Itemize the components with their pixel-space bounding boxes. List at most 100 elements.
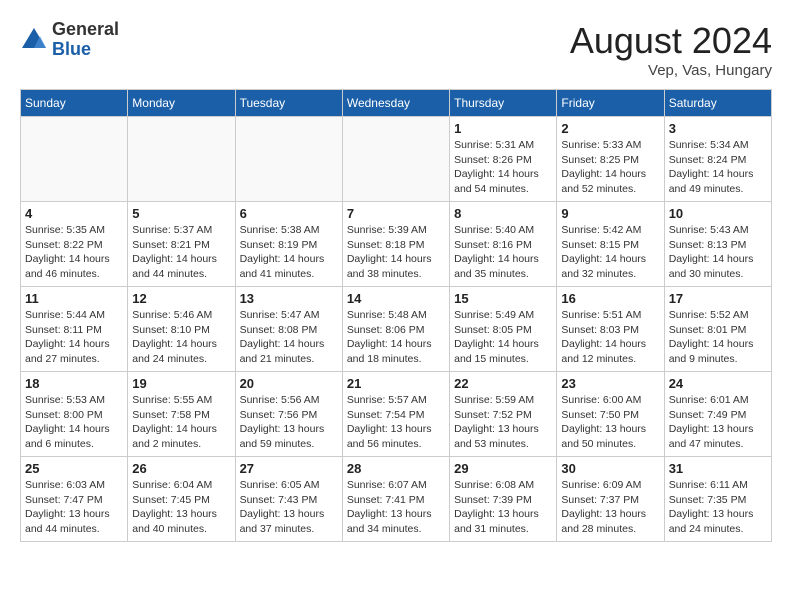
calendar-table: SundayMondayTuesdayWednesdayThursdayFrid… xyxy=(20,89,772,542)
day-cell: 9Sunrise: 5:42 AM Sunset: 8:15 PM Daylig… xyxy=(557,202,664,287)
day-cell: 26Sunrise: 6:04 AM Sunset: 7:45 PM Dayli… xyxy=(128,457,235,542)
week-row-1: 1 Sunrise: 5:31 AM Sunset: 8:26 PM Daylig… xyxy=(21,117,772,202)
day-cell: 3Sunrise: 5:34 AM Sunset: 8:24 PM Daylig… xyxy=(664,117,771,202)
logo: General Blue xyxy=(20,20,119,60)
day-cell: 22Sunrise: 5:59 AM Sunset: 7:52 PM Dayli… xyxy=(450,372,557,457)
week-row-2: 4Sunrise: 5:35 AM Sunset: 8:22 PM Daylig… xyxy=(21,202,772,287)
logo-icon xyxy=(20,26,48,54)
day-info: Sunrise: 6:03 AM Sunset: 7:47 PM Dayligh… xyxy=(25,478,123,537)
day-cell: 30 Sunrise: 6:09 AM Sunset: 7:37 PM Dayli… xyxy=(557,457,664,542)
day-cell: 5Sunrise: 5:37 AM Sunset: 8:21 PM Daylig… xyxy=(128,202,235,287)
day-number: 2 xyxy=(561,121,659,136)
day-number: 29 xyxy=(454,461,552,476)
day-info: Sunrise: 5:51 AM Sunset: 8:03 PM Dayligh… xyxy=(561,308,659,367)
logo-blue-text: Blue xyxy=(52,40,119,60)
day-cell xyxy=(342,117,449,202)
day-cell xyxy=(235,117,342,202)
day-number: 15 xyxy=(454,291,552,306)
day-number: 27 xyxy=(240,461,338,476)
day-number: 28 xyxy=(347,461,445,476)
day-number: 1 xyxy=(454,121,552,136)
day-number: 23 xyxy=(561,376,659,391)
day-number: 22 xyxy=(454,376,552,391)
day-number: 25 xyxy=(25,461,123,476)
day-cell: 4Sunrise: 5:35 AM Sunset: 8:22 PM Daylig… xyxy=(21,202,128,287)
day-cell: 12Sunrise: 5:46 AM Sunset: 8:10 PM Dayli… xyxy=(128,287,235,372)
day-info: Sunrise: 6:05 AM Sunset: 7:43 PM Dayligh… xyxy=(240,478,338,537)
day-header-wednesday: Wednesday xyxy=(342,90,449,117)
day-number: 11 xyxy=(25,291,123,306)
day-info: Sunrise: 5:48 AM Sunset: 8:06 PM Dayligh… xyxy=(347,308,445,367)
day-cell xyxy=(21,117,128,202)
day-header-sunday: Sunday xyxy=(21,90,128,117)
day-cell: 14 Sunrise: 5:48 AM Sunset: 8:06 PM Dayli… xyxy=(342,287,449,372)
week-row-4: 18Sunrise: 5:53 AM Sunset: 8:00 PM Dayli… xyxy=(21,372,772,457)
day-number: 14 xyxy=(347,291,445,306)
day-cell: 31 Sunrise: 6:11 AM Sunset: 7:35 PM Dayli… xyxy=(664,457,771,542)
day-number: 10 xyxy=(669,206,767,221)
day-header-saturday: Saturday xyxy=(664,90,771,117)
day-cell: 15 Sunrise: 5:49 AM Sunset: 8:05 PM Dayli… xyxy=(450,287,557,372)
page-header: General Blue August 2024 Vep, Vas, Hunga… xyxy=(20,20,772,79)
day-info: Sunrise: 5:56 AM Sunset: 7:56 PM Dayligh… xyxy=(240,393,338,452)
day-cell: 27 Sunrise: 6:05 AM Sunset: 7:43 PM Dayli… xyxy=(235,457,342,542)
day-info: Sunrise: 6:08 AM Sunset: 7:39 PM Dayligh… xyxy=(454,478,552,537)
day-cell: 13 Sunrise: 5:47 AM Sunset: 8:08 PM Dayli… xyxy=(235,287,342,372)
day-number: 21 xyxy=(347,376,445,391)
day-number: 8 xyxy=(454,206,552,221)
day-cell: 20Sunrise: 5:56 AM Sunset: 7:56 PM Dayli… xyxy=(235,372,342,457)
day-info: Sunrise: 6:01 AM Sunset: 7:49 PM Dayligh… xyxy=(669,393,767,452)
day-cell: 24 Sunrise: 6:01 AM Sunset: 7:49 PM Dayli… xyxy=(664,372,771,457)
day-cell: 16 Sunrise: 5:51 AM Sunset: 8:03 PM Dayli… xyxy=(557,287,664,372)
day-info: Sunrise: 5:52 AM Sunset: 8:01 PM Dayligh… xyxy=(669,308,767,367)
day-number: 24 xyxy=(669,376,767,391)
location-subtitle: Vep, Vas, Hungary xyxy=(570,62,772,79)
day-info: Sunrise: 6:11 AM Sunset: 7:35 PM Dayligh… xyxy=(669,478,767,537)
day-cell: 28 Sunrise: 6:07 AM Sunset: 7:41 PM Dayli… xyxy=(342,457,449,542)
day-number: 3 xyxy=(669,121,767,136)
day-number: 5 xyxy=(132,206,230,221)
day-info: Sunrise: 5:46 AM Sunset: 8:10 PM Dayligh… xyxy=(132,308,230,367)
day-info: Sunrise: 5:33 AM Sunset: 8:25 PM Dayligh… xyxy=(561,138,659,197)
day-info: Sunrise: 5:38 AM Sunset: 8:19 PM Dayligh… xyxy=(240,223,338,282)
day-info: Sunrise: 5:42 AM Sunset: 8:15 PM Dayligh… xyxy=(561,223,659,282)
day-cell: 21 Sunrise: 5:57 AM Sunset: 7:54 PM Dayli… xyxy=(342,372,449,457)
day-info: Sunrise: 5:55 AM Sunset: 7:58 PM Dayligh… xyxy=(132,393,230,452)
week-row-5: 25 Sunrise: 6:03 AM Sunset: 7:47 PM Dayli… xyxy=(21,457,772,542)
day-cell: 6 Sunrise: 5:38 AM Sunset: 8:19 PM Daylig… xyxy=(235,202,342,287)
day-cell: 11Sunrise: 5:44 AM Sunset: 8:11 PM Dayli… xyxy=(21,287,128,372)
title-block: August 2024 Vep, Vas, Hungary xyxy=(570,20,772,79)
day-cell: 7Sunrise: 5:39 AM Sunset: 8:18 PM Daylig… xyxy=(342,202,449,287)
day-header-friday: Friday xyxy=(557,90,664,117)
day-cell: 10Sunrise: 5:43 AM Sunset: 8:13 PM Dayli… xyxy=(664,202,771,287)
day-header-tuesday: Tuesday xyxy=(235,90,342,117)
week-row-3: 11Sunrise: 5:44 AM Sunset: 8:11 PM Dayli… xyxy=(21,287,772,372)
day-number: 19 xyxy=(132,376,230,391)
day-number: 6 xyxy=(240,206,338,221)
day-info: Sunrise: 6:00 AM Sunset: 7:50 PM Dayligh… xyxy=(561,393,659,452)
logo-general-text: General xyxy=(52,20,119,40)
day-number: 16 xyxy=(561,291,659,306)
day-cell: 25 Sunrise: 6:03 AM Sunset: 7:47 PM Dayli… xyxy=(21,457,128,542)
day-info: Sunrise: 5:49 AM Sunset: 8:05 PM Dayligh… xyxy=(454,308,552,367)
day-number: 31 xyxy=(669,461,767,476)
day-number: 4 xyxy=(25,206,123,221)
day-info: Sunrise: 5:40 AM Sunset: 8:16 PM Dayligh… xyxy=(454,223,552,282)
day-cell: 1 Sunrise: 5:31 AM Sunset: 8:26 PM Daylig… xyxy=(450,117,557,202)
day-cell: 17 Sunrise: 5:52 AM Sunset: 8:01 PM Dayli… xyxy=(664,287,771,372)
day-cell: 29 Sunrise: 6:08 AM Sunset: 7:39 PM Dayli… xyxy=(450,457,557,542)
day-cell: 19 Sunrise: 5:55 AM Sunset: 7:58 PM Dayli… xyxy=(128,372,235,457)
day-cell: 23 Sunrise: 6:00 AM Sunset: 7:50 PM Dayli… xyxy=(557,372,664,457)
day-info: Sunrise: 6:09 AM Sunset: 7:37 PM Dayligh… xyxy=(561,478,659,537)
day-number: 13 xyxy=(240,291,338,306)
day-header-monday: Monday xyxy=(128,90,235,117)
day-info: Sunrise: 5:57 AM Sunset: 7:54 PM Dayligh… xyxy=(347,393,445,452)
day-info: Sunrise: 5:31 AM Sunset: 8:26 PM Dayligh… xyxy=(454,138,552,197)
day-info: Sunrise: 5:47 AM Sunset: 8:08 PM Dayligh… xyxy=(240,308,338,367)
header-row: SundayMondayTuesdayWednesdayThursdayFrid… xyxy=(21,90,772,117)
day-number: 30 xyxy=(561,461,659,476)
day-cell: 8 Sunrise: 5:40 AM Sunset: 8:16 PM Daylig… xyxy=(450,202,557,287)
day-info: Sunrise: 6:07 AM Sunset: 7:41 PM Dayligh… xyxy=(347,478,445,537)
day-number: 17 xyxy=(669,291,767,306)
calendar-header: SundayMondayTuesdayWednesdayThursdayFrid… xyxy=(21,90,772,117)
